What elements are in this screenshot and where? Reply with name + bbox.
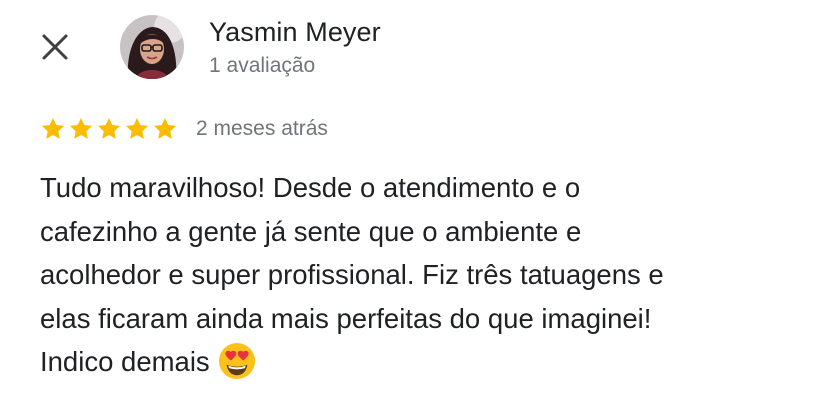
review-body: Tudo maravilhoso! Desde o atendimento e …: [40, 166, 810, 384]
heart-eyes-emoji-icon: [218, 342, 255, 380]
review-line: Tudo maravilhoso! Desde o atendimento e …: [40, 172, 581, 203]
author-info: Yasmin Meyer 1 avaliação: [209, 16, 381, 80]
reviewer-name[interactable]: Yasmin Meyer: [209, 16, 381, 48]
star-rating: [40, 116, 178, 142]
avatar[interactable]: [120, 15, 184, 79]
star-icon: [153, 117, 177, 139]
star-icon: [125, 117, 149, 139]
star-icon: [97, 117, 121, 139]
review-line: acolhedor e super profissional. Fiz três…: [40, 259, 664, 290]
star-icon: [69, 117, 93, 139]
review-time: 2 meses atrás: [196, 117, 328, 140]
review-line: cafezinho a gente já sente que o ambient…: [40, 215, 582, 247]
close-icon: [42, 34, 68, 60]
close-button[interactable]: [36, 28, 74, 66]
review-line: elas ficaram ainda mais perfeitas do que…: [40, 302, 652, 334]
review-line: Indico demais: [40, 346, 210, 377]
review-line-last: Indico demais: [40, 340, 810, 384]
profile-photo-icon: [120, 15, 184, 79]
review-count: 1 avaliação: [209, 54, 316, 77]
rating-row: 2 meses atrás: [40, 114, 328, 144]
star-icon: [41, 117, 65, 139]
